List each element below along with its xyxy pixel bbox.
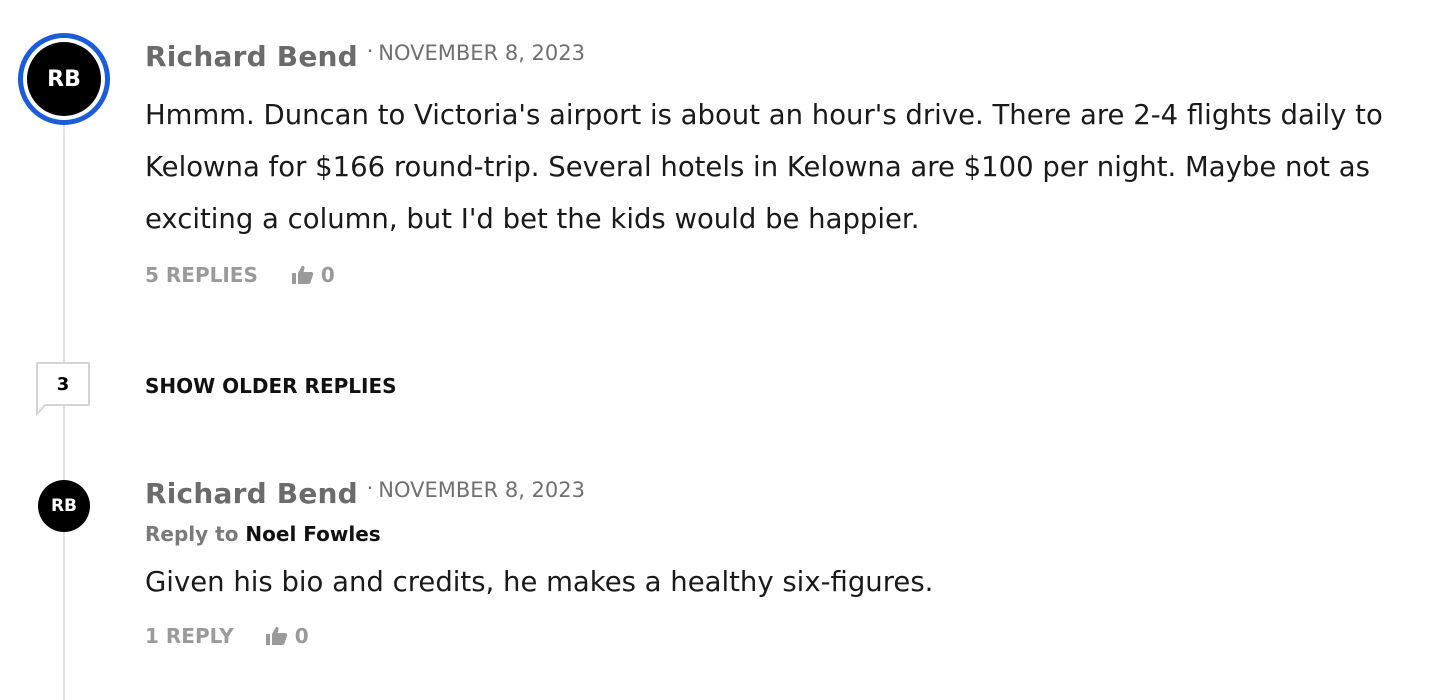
reply-replies-link[interactable]: 1 REPLY xyxy=(145,624,234,648)
author-name[interactable]: Richard Bend xyxy=(145,40,358,73)
reply-to-prefix: Reply to xyxy=(145,522,239,546)
reply-like-button[interactable]: 0 xyxy=(265,624,309,648)
comment-body: Hmmm. Duncan to Victoria's airport is ab… xyxy=(145,99,1383,235)
like-count: 0 xyxy=(320,263,335,287)
comment-thread: RB Richard Bend · NOVEMBER 8, 2023 Hmmm.… xyxy=(0,0,1450,700)
comment: Richard Bend · NOVEMBER 8, 2023 Hmmm. Du… xyxy=(145,39,1425,287)
older-replies-count-bubble[interactable]: 3 xyxy=(36,362,90,406)
thumbs-up-icon xyxy=(265,626,287,645)
comment-date: NOVEMBER 8, 2023 xyxy=(378,41,585,65)
reply-to-line: Reply to Noel Fowles xyxy=(145,522,1425,546)
reply-body: Given his bio and credits, he makes a he… xyxy=(145,566,934,598)
reply-date: NOVEMBER 8, 2023 xyxy=(378,478,585,502)
comment-header: Richard Bend · NOVEMBER 8, 2023 xyxy=(145,39,1425,73)
reply-actions: 1 REPLY 0 xyxy=(145,624,1425,648)
show-older-replies-button[interactable]: SHOW OLDER REPLIES xyxy=(145,374,397,398)
like-button[interactable]: 0 xyxy=(291,263,335,287)
comment-actions: 5 REPLIES 0 xyxy=(145,263,1425,287)
reply-separator-dot: · xyxy=(366,476,374,500)
reply-author-name[interactable]: Richard Bend xyxy=(145,477,358,510)
replies-link[interactable]: 5 REPLIES xyxy=(145,263,258,287)
older-replies-count: 3 xyxy=(56,373,70,395)
avatar[interactable]: RB xyxy=(18,33,110,125)
reply-like-count: 0 xyxy=(294,624,309,648)
bubble-tail-shape xyxy=(36,402,47,416)
reply-comment: Richard Bend · NOVEMBER 8, 2023 Reply to… xyxy=(145,476,1425,648)
separator-dot: · xyxy=(366,39,374,63)
reply-to-name[interactable]: Noel Fowles xyxy=(245,522,380,546)
avatar-initials: RB xyxy=(27,42,101,116)
thread-line xyxy=(63,120,65,700)
reply-avatar-initials: RB xyxy=(50,496,78,516)
reply-header: Richard Bend · NOVEMBER 8, 2023 xyxy=(145,476,1425,510)
thumbs-up-icon xyxy=(291,265,313,284)
reply-avatar[interactable]: RB xyxy=(38,480,90,532)
